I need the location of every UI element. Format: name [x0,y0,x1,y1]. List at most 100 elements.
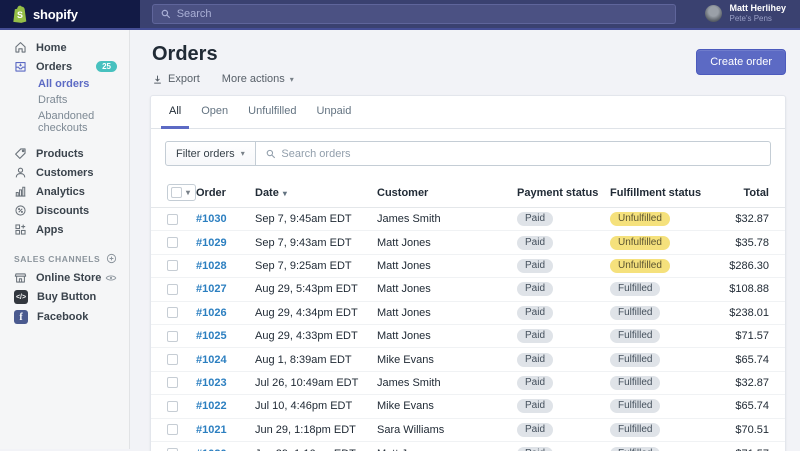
search-orders-input[interactable] [281,148,760,160]
order-link[interactable]: #1024 [196,354,227,366]
column-header-fulfillment-status[interactable]: Fulfillment status [610,187,722,199]
order-customer: James Smith [377,377,517,389]
order-link[interactable]: #1028 [196,260,227,272]
order-customer: Matt Jones [377,283,517,295]
order-customer: Matt Jones [377,307,517,319]
order-date: Jun 29, 1:16pm EDT [255,448,377,451]
fulfillment-status-badge: Unfulfilled [610,236,670,250]
online-store-icon [14,271,27,284]
row-checkbox[interactable] [167,377,178,388]
order-total: $32.87 [722,213,785,225]
order-customer: James Smith [377,213,517,225]
user-store: Pete's Pens [729,14,786,23]
order-customer: Matt Jones [377,330,517,342]
order-link[interactable]: #1021 [196,424,227,436]
row-checkbox[interactable] [167,260,178,271]
order-link[interactable]: #1022 [196,400,227,412]
payment-status-badge: Paid [517,212,553,226]
row-checkbox[interactable] [167,214,178,225]
table-row[interactable]: #1029 Sep 7, 9:43am EDT Matt Jones Paid … [151,231,785,254]
column-header-payment-status[interactable]: Payment status [517,187,610,199]
tab-open[interactable]: Open [193,96,236,129]
topbar: S shopify Matt Herlihey Pete's Pens [0,0,800,30]
order-link[interactable]: #1030 [196,213,227,225]
table-row[interactable]: #1024 Aug 1, 8:39am EDT Mike Evans Paid … [151,348,785,371]
order-link[interactable]: #1027 [196,283,227,295]
buy-button-icon: </> [14,290,28,304]
column-header-order[interactable]: Order [196,187,255,199]
table-row[interactable]: #1030 Sep 7, 9:45am EDT James Smith Paid… [151,208,785,231]
sidebar-item-home[interactable]: Home [0,38,129,57]
order-customer: Sara Williams [377,424,517,436]
tab-unfulfilled[interactable]: Unfulfilled [240,96,304,129]
order-link[interactable]: #1029 [196,237,227,249]
create-order-button[interactable]: Create order [696,49,786,75]
order-date: Jun 29, 1:18pm EDT [255,424,377,436]
order-link[interactable]: #1023 [196,377,227,389]
select-all-control[interactable]: ▾ [167,184,196,201]
home-icon [14,41,27,54]
table-row[interactable]: #1028 Sep 7, 9:25am EDT Matt Jones Paid … [151,255,785,278]
order-total: $65.74 [722,400,785,412]
user-menu[interactable]: Matt Herlihey Pete's Pens [705,3,786,23]
order-date: Sep 7, 9:25am EDT [255,260,377,272]
row-checkbox[interactable] [167,331,178,342]
order-date: Aug 1, 8:39am EDT [255,354,377,366]
row-checkbox[interactable] [167,424,178,435]
select-all-checkbox[interactable] [171,187,182,198]
payment-status-badge: Paid [517,447,553,451]
table-row[interactable]: #1021 Jun 29, 1:18pm EDT Sara Williams P… [151,419,785,442]
tab-unpaid[interactable]: Unpaid [308,96,359,129]
sidebar-item-analytics[interactable]: Analytics [0,182,129,201]
order-date: Aug 29, 4:34pm EDT [255,307,377,319]
row-checkbox[interactable] [167,284,178,295]
add-sales-channel-button[interactable] [106,253,117,264]
order-customer: Matt Jones [377,260,517,272]
tab-all[interactable]: All [161,96,189,129]
table-row[interactable]: #1027 Aug 29, 5:43pm EDT Matt Jones Paid… [151,278,785,301]
table-body: #1030 Sep 7, 9:45am EDT James Smith Paid… [151,208,785,451]
sidebar-item-online-store[interactable]: Online Store [0,268,129,287]
row-checkbox[interactable] [167,354,178,365]
fulfillment-status-badge: Fulfilled [610,329,660,343]
analytics-icon [14,185,27,198]
fulfillment-status-badge: Fulfilled [610,399,660,413]
row-checkbox[interactable] [167,237,178,248]
sidebar-item-facebook[interactable]: f Facebook [0,307,129,327]
sidebar-item-products[interactable]: Products [0,144,129,163]
order-link[interactable]: #1026 [196,307,227,319]
column-header-total[interactable]: Total [722,187,785,199]
table-row[interactable]: #1020 Jun 29, 1:16pm EDT Matt Jones Paid… [151,442,785,451]
row-checkbox[interactable] [167,401,178,412]
sidebar-subitem-abandoned-checkouts[interactable]: Abandoned checkouts [0,108,129,136]
shopify-logo[interactable]: S shopify [0,0,140,28]
column-header-customer[interactable]: Customer [377,187,517,199]
sidebar-item-apps[interactable]: Apps [0,220,129,239]
sidebar-item-customers[interactable]: Customers [0,163,129,182]
view-store-button[interactable] [105,272,117,284]
search-orders-field[interactable] [256,141,771,166]
payment-status-badge: Paid [517,282,553,296]
sidebar-item-buy-button[interactable]: </> Buy Button [0,287,129,307]
chevron-down-icon: ▾ [186,188,190,197]
table-row[interactable]: #1022 Jul 10, 4:46pm EDT Mike Evans Paid… [151,395,785,418]
sidebar-item-discounts[interactable]: Discounts [0,201,129,220]
order-link[interactable]: #1020 [196,448,227,451]
global-search[interactable] [152,4,676,24]
table-row[interactable]: #1023 Jul 26, 10:49am EDT James Smith Pa… [151,372,785,395]
orders-count-badge: 25 [96,61,117,72]
column-header-date[interactable]: Date▾ [255,187,377,199]
sidebar-item-orders[interactable]: Orders 25 [0,57,129,76]
row-checkbox[interactable] [167,307,178,318]
filter-orders-button[interactable]: Filter orders ▾ [165,141,256,166]
table-row[interactable]: #1025 Aug 29, 4:33pm EDT Matt Jones Paid… [151,325,785,348]
table-row[interactable]: #1026 Aug 29, 4:34pm EDT Matt Jones Paid… [151,302,785,325]
more-actions-button[interactable]: More actions ▾ [222,73,294,85]
global-search-input[interactable] [177,8,667,20]
sidebar-subitem-all-orders[interactable]: All orders [0,76,129,92]
export-button[interactable]: Export [152,73,200,85]
order-link[interactable]: #1025 [196,330,227,342]
sidebar-subitem-drafts[interactable]: Drafts [0,92,129,108]
fulfillment-status-badge: Fulfilled [610,376,660,390]
fulfillment-status-badge: Unfulfilled [610,259,670,273]
